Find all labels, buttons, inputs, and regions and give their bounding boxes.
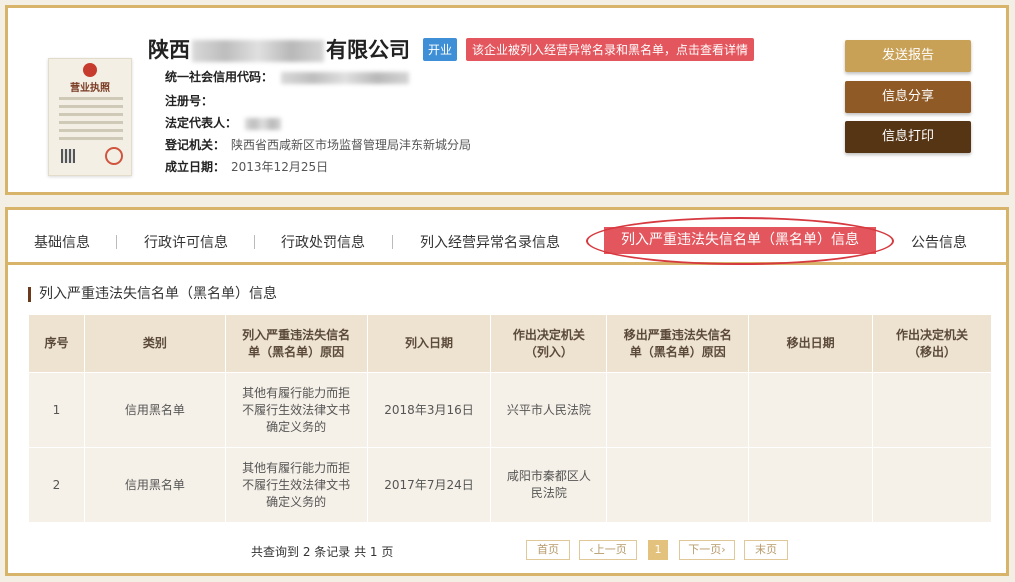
tab-bar: 基础信息 行政许可信息 行政处罚信息 列入经营异常名录信息 列入严重违法失信名单…: [8, 210, 1006, 265]
legal-rep-row: 法定代表人：: [165, 114, 282, 131]
header-listing-reason: 列入严重违法失信名单（黑名单）原因: [224, 314, 368, 373]
credit-code-label: 统一社会信用代码：: [165, 70, 274, 84]
authority-label: 登记机关：: [165, 138, 226, 152]
tab-divider: [392, 235, 393, 249]
cell-listing-date: 2017年7月24日: [366, 447, 492, 523]
cell-removal-reason: [606, 447, 750, 523]
authority-row: 登记机关： 陕西省西咸新区市场监督管理局沣东新城分局: [165, 136, 471, 153]
cell-no: 1: [28, 372, 85, 448]
section-title: 列入严重违法失信名单（黑名单）信息: [28, 287, 277, 302]
license-title: 营业执照: [70, 83, 110, 94]
seal-stamp-icon: [105, 147, 123, 165]
header-removal-date: 移出日期: [748, 314, 874, 373]
table-header-row: 序号 类别 列入严重违法失信名单（黑名单）原因 列入日期 作出决定机关（列入） …: [28, 314, 992, 373]
header-listing-authority: 作出决定机关（列入）: [490, 314, 608, 373]
redacted-credit-code: [281, 71, 410, 84]
pager-prev-button[interactable]: ‹上一页: [579, 540, 637, 560]
header-removal-authority: 作出决定机关（移出）: [872, 314, 992, 373]
header-no: 序号: [28, 314, 85, 373]
header-removal-reason: 移出严重违法失信名单（黑名单）原因: [606, 314, 750, 373]
blacklist-table: 序号 类别 列入严重违法失信名单（黑名单）原因 列入日期 作出决定机关（列入） …: [28, 314, 992, 523]
pager-first-button[interactable]: 首页: [526, 540, 570, 560]
credit-code-row: 统一社会信用代码：: [165, 68, 410, 85]
tab-notice[interactable]: 公告信息: [911, 232, 967, 252]
tab-abnormal-list[interactable]: 列入经营异常名录信息: [420, 232, 560, 252]
cell-removal-authority: [872, 447, 992, 523]
cell-no: 2: [28, 447, 85, 523]
qr-code-icon: [61, 149, 75, 163]
status-badge: 开业: [423, 38, 458, 61]
company-name-suffix: 有限公司: [326, 39, 410, 62]
send-report-button[interactable]: 发送报告: [845, 40, 971, 72]
table-row: 1 信用黑名单 其他有履行能力而拒不履行生效法律文书确定义务的 2018年3月1…: [28, 372, 992, 448]
cell-category: 信用黑名单: [83, 447, 226, 523]
pager-last-button[interactable]: 末页: [744, 540, 788, 560]
pager-current-page[interactable]: 1: [648, 540, 668, 560]
highlight-circle: [586, 217, 894, 265]
established-row: 成立日期： 2013年12月25日: [165, 158, 328, 175]
cell-removal-date: [748, 447, 874, 523]
tab-divider: [116, 235, 117, 249]
cell-listing-reason: 其他有履行能力而拒不履行生效法律文书确定义务的: [224, 447, 368, 523]
cell-removal-date: [748, 372, 874, 448]
company-name-prefix: 陕西: [148, 39, 190, 62]
company-name: 陕西 有限公司: [148, 34, 410, 64]
authority-value: 陕西省西咸新区市场监督管理局沣东新城分局: [231, 138, 472, 152]
tab-basic-info[interactable]: 基础信息: [34, 232, 90, 252]
cell-listing-date: 2018年3月16日: [366, 372, 492, 448]
license-text-lines: [59, 97, 123, 145]
established-value: 2013年12月25日: [231, 160, 329, 174]
share-info-button[interactable]: 信息分享: [845, 81, 971, 113]
tab-divider: [254, 235, 255, 249]
established-label: 成立日期：: [165, 160, 226, 174]
tab-admin-permit[interactable]: 行政许可信息: [144, 232, 228, 252]
table-row: 2 信用黑名单 其他有履行能力而拒不履行生效法律文书确定义务的 2017年7月2…: [28, 447, 992, 523]
redacted-name: [192, 40, 324, 63]
pager-summary: 共查询到 2 条记录 共 1 页: [251, 545, 394, 559]
details-panel: 基础信息 行政许可信息 行政处罚信息 列入经营异常名录信息 列入严重违法失信名单…: [5, 207, 1009, 576]
reg-no-row: 注册号：: [165, 92, 213, 109]
cell-removal-authority: [872, 372, 992, 448]
cell-listing-authority: 兴平市人民法院: [490, 372, 608, 448]
abnormal-warning-badge[interactable]: 该企业被列入经营异常名录和黑名单，点击查看详情: [466, 38, 755, 61]
cell-category: 信用黑名单: [83, 372, 226, 448]
cell-listing-authority: 咸阳市秦都区人民法院: [490, 447, 608, 523]
pager-next-button[interactable]: 下一页›: [679, 540, 735, 560]
redacted-legal-rep: [245, 117, 282, 130]
header-category: 类别: [83, 314, 226, 373]
cell-removal-reason: [606, 372, 750, 448]
business-license-image[interactable]: 营业执照: [48, 58, 132, 176]
print-info-button[interactable]: 信息打印: [845, 121, 971, 153]
header-listing-date: 列入日期: [366, 314, 492, 373]
reg-no-label: 注册号：: [165, 94, 214, 108]
cell-listing-reason: 其他有履行能力而拒不履行生效法律文书确定义务的: [224, 372, 368, 448]
national-emblem-icon: [83, 63, 97, 77]
legal-rep-label: 法定代表人：: [165, 116, 238, 130]
tab-admin-penalty[interactable]: 行政处罚信息: [281, 232, 365, 252]
